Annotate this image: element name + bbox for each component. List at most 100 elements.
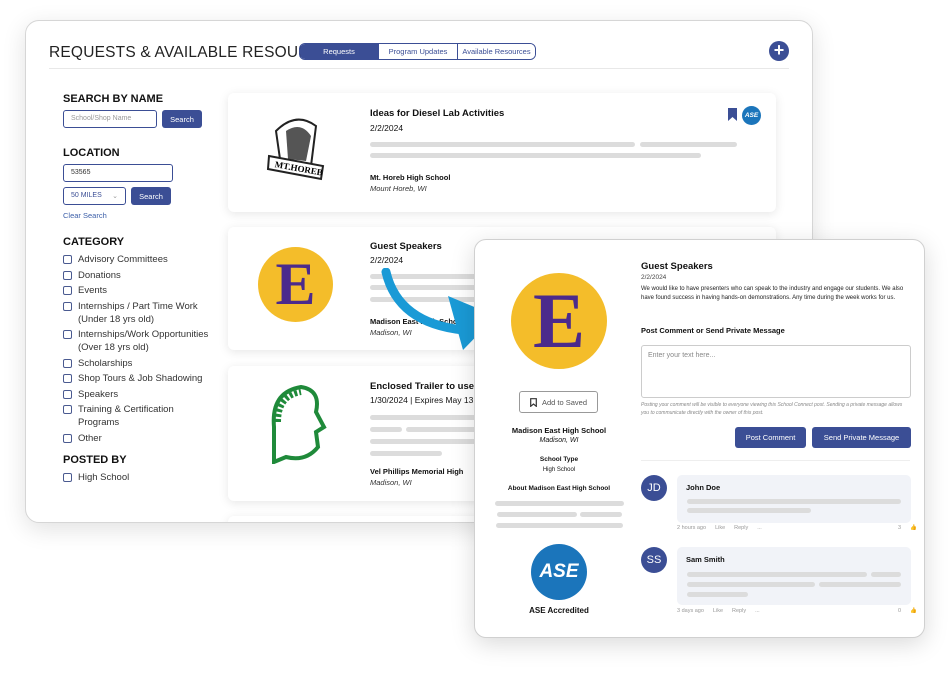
post-school: Vel Phillips Memorial High: [370, 467, 464, 476]
likes-value: 0: [898, 608, 902, 614]
radius-select[interactable]: 50 MILES ⌄: [63, 187, 126, 205]
detail-date: 2/2/2024: [641, 274, 667, 281]
category-checkbox[interactable]: Internships/Work Opportunities (Over 18 …: [63, 328, 213, 354]
checkbox-label: High School: [78, 471, 130, 483]
madison-east-logo: E: [258, 247, 333, 322]
school-name: Madison East High School: [511, 426, 607, 435]
reply-link[interactable]: Reply: [732, 608, 746, 614]
plus-circle-icon[interactable]: +: [769, 41, 789, 61]
post-location: Mount Horeb, WI: [370, 184, 427, 193]
thumbs-up-icon: 👍: [910, 525, 917, 531]
checkbox-icon: [63, 389, 72, 399]
post-date: 2/2/2024: [370, 123, 404, 133]
post-date: 1/30/2024 | Expires May 13: [370, 395, 474, 405]
category-heading: CATEGORY: [63, 236, 125, 248]
tab-available-resources[interactable]: Available Resources: [457, 44, 535, 59]
detail-title: Guest Speakers: [641, 261, 713, 272]
checkbox-label: Shop Tours & Job Shadowing: [78, 373, 203, 384]
chevron-down-icon: ⌄: [112, 193, 118, 200]
thumbs-up-icon: 👍: [910, 608, 917, 614]
add-to-saved-label: Add to Saved: [541, 397, 588, 407]
checkbox-icon: [63, 270, 72, 280]
tab-program-updates[interactable]: Program Updates: [378, 44, 457, 59]
more-options-icon[interactable]: ...: [757, 525, 762, 531]
avatar[interactable]: JD: [641, 475, 667, 501]
clear-search-link[interactable]: Clear Search: [63, 211, 213, 220]
post-title[interactable]: Guest Speakers: [370, 241, 442, 252]
checkbox-label: Speakers: [78, 388, 119, 400]
comment-note: Posting your comment will be visible to …: [641, 402, 903, 416]
post-title[interactable]: Enclosed Trailer to use: [370, 381, 474, 392]
bookmark-icon[interactable]: [728, 108, 737, 121]
comment-meta: 3 days ago Like Reply...: [677, 608, 760, 614]
comment-heading: Post Comment or Send Private Message: [641, 326, 785, 335]
comment-time: 3 days ago: [677, 608, 704, 614]
like-count[interactable]: 3 👍: [898, 525, 917, 531]
category-checkbox[interactable]: Other: [63, 432, 213, 445]
like-count[interactable]: 0 👍: [898, 608, 917, 614]
sidebar-filters: SEARCH BY NAME School/Shop Name Search L…: [63, 93, 213, 486]
add-to-saved-button[interactable]: Add to Saved: [519, 391, 598, 413]
category-checkbox[interactable]: Training & Certification Programs: [63, 403, 213, 429]
category-checkbox[interactable]: Events: [63, 284, 213, 297]
comment-author[interactable]: John Doe: [686, 483, 720, 492]
spartan-logo: [271, 384, 327, 464]
checkbox-label: Other: [78, 432, 102, 444]
tab-bar: Requests Program Updates Available Resou…: [299, 43, 536, 60]
checkbox-label: Donations: [78, 269, 121, 281]
posted-by-heading: POSTED BY: [63, 453, 127, 466]
more-options-icon[interactable]: ...: [755, 608, 760, 614]
category-checkbox[interactable]: Donations: [63, 269, 213, 282]
likes-value: 3: [898, 525, 902, 531]
category-checkbox[interactable]: Speakers: [63, 388, 213, 401]
divider: [641, 460, 910, 461]
name-search-button[interactable]: Search: [162, 110, 202, 128]
zip-input[interactable]: 53565: [63, 164, 173, 182]
checkbox-label: Training & Certification Programs: [78, 404, 174, 428]
checkbox-label: Events: [78, 285, 108, 296]
posted-by-checkbox[interactable]: High School: [63, 471, 213, 484]
checkbox-icon: [63, 255, 72, 264]
divider: [49, 68, 789, 69]
school-type-label: School Type: [539, 456, 579, 463]
checkbox-label: Scholarships: [78, 357, 133, 369]
checkbox-icon: [63, 358, 72, 368]
post-title[interactable]: Ideas for Diesel Lab Activities: [370, 108, 504, 119]
avatar[interactable]: SS: [641, 547, 667, 573]
comment: Sam Smith: [677, 547, 911, 605]
comment-time: 2 hours ago: [677, 525, 707, 531]
school-type: High School: [542, 467, 576, 473]
mt-horeb-logo: MT.HOREB: [266, 118, 325, 181]
madison-east-logo: E: [511, 273, 607, 369]
like-link[interactable]: Like: [713, 608, 723, 614]
like-link[interactable]: Like: [715, 525, 725, 531]
comment-meta: 2 hours ago Like Reply...: [677, 525, 762, 531]
category-checkbox[interactable]: Internships / Part Time Work (Under 18 y…: [63, 300, 213, 326]
category-checkbox[interactable]: Advisory Committees: [63, 253, 213, 266]
bookmark-outline-icon: [530, 397, 537, 407]
checkbox-label: Advisory Committees: [78, 254, 168, 265]
category-checkbox[interactable]: Shop Tours & Job Shadowing: [63, 372, 213, 385]
school-name-input[interactable]: School/Shop Name: [63, 110, 157, 128]
location-heading: LOCATION: [63, 147, 120, 159]
checkbox-icon: [63, 433, 72, 443]
tab-requests[interactable]: Requests: [300, 44, 378, 59]
ase-logo: ASE: [531, 544, 587, 600]
post-location: Madison, WI: [370, 478, 412, 487]
send-private-message-button[interactable]: Send Private Message: [812, 427, 911, 448]
category-checkbox[interactable]: Scholarships: [63, 357, 213, 370]
reply-link[interactable]: Reply: [734, 525, 748, 531]
post-comment-button[interactable]: Post Comment: [735, 427, 806, 448]
checkbox-icon: [63, 286, 72, 295]
comment-author[interactable]: Sam Smith: [686, 555, 725, 564]
location-search-button[interactable]: Search: [131, 187, 171, 205]
ase-badge-icon: ASE: [742, 106, 761, 125]
comment: John Doe: [677, 475, 911, 523]
checkbox-icon: [63, 330, 72, 339]
post-card[interactable]: MT.HOREB Ideas for Diesel Lab Activities…: [228, 93, 776, 212]
comment-textarea[interactable]: Enter your text here...: [641, 345, 911, 398]
search-by-name-heading: SEARCH BY NAME: [63, 93, 164, 105]
post-detail-modal: E Add to Saved Madison East High School …: [474, 239, 925, 638]
post-school: Mt. Horeb High School: [370, 173, 451, 182]
detail-body: We would like to have presenters who can…: [641, 286, 904, 301]
